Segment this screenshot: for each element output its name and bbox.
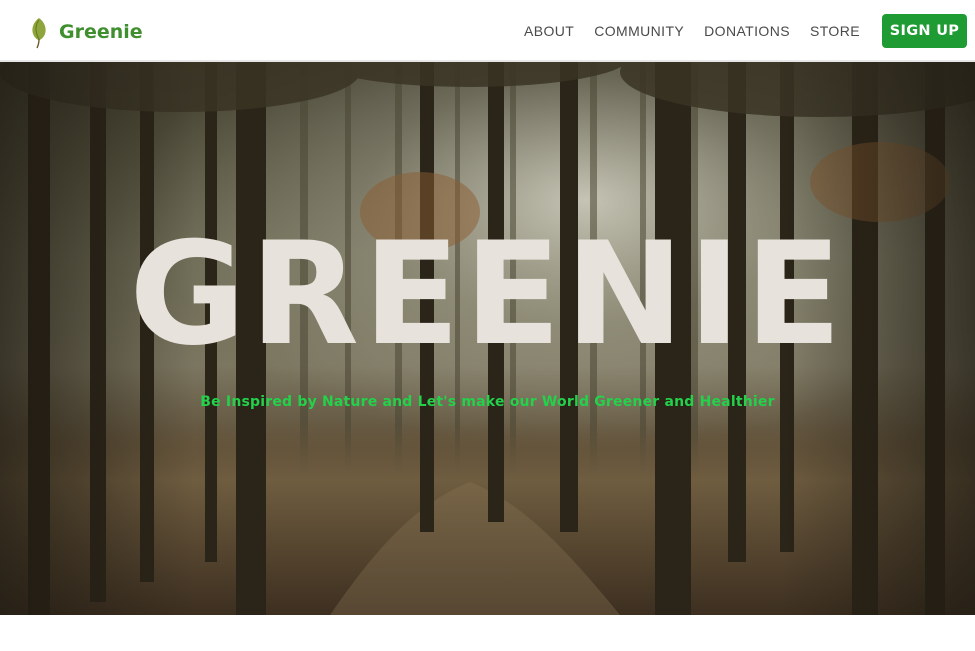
nav-store-link[interactable]: STORE [800, 0, 870, 62]
top-navbar: Greenie ABOUT COMMUNITY DONATIONS STORE … [0, 0, 975, 62]
brand-logo-link[interactable]: Greenie [30, 17, 143, 49]
hero-title: GREENIE [129, 212, 846, 377]
main-nav: ABOUT COMMUNITY DONATIONS STORE [514, 0, 870, 62]
leaf-icon [32, 18, 46, 49]
page-bottom-area [0, 615, 975, 651]
nav-donations-link[interactable]: DONATIONS [694, 0, 800, 62]
brand-name: Greenie [59, 21, 143, 43]
hero-tagline: Be Inspired by Nature and Let's make our… [200, 394, 775, 410]
sign-up-button[interactable]: SIGN UP [882, 14, 967, 48]
nav-community-link[interactable]: COMMUNITY [584, 0, 694, 62]
nav-about-link[interactable]: ABOUT [514, 0, 584, 62]
hero-section: GREENIE Be Inspired by Nature and Let's … [0, 62, 975, 615]
